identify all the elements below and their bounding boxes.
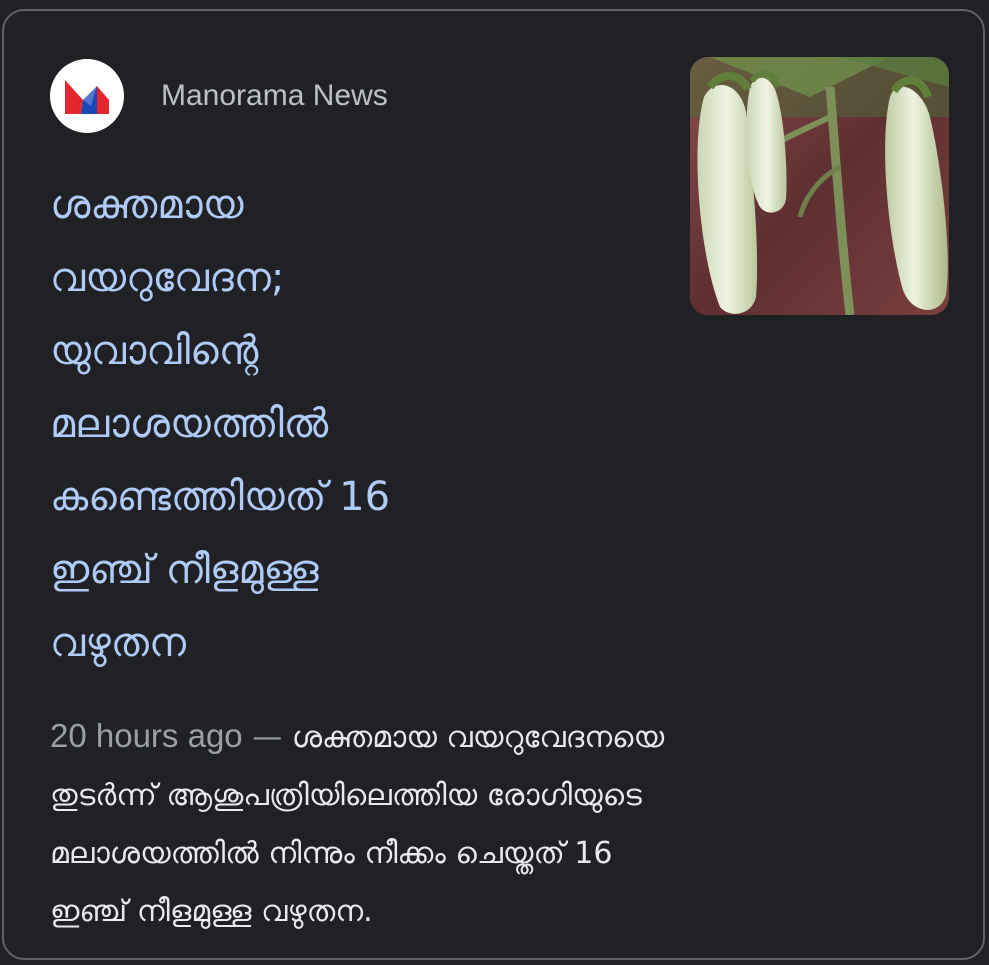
source-row[interactable]: Manorama News <box>50 58 388 134</box>
source-name: Manorama News <box>161 79 388 112</box>
manorama-logo-icon <box>65 80 109 114</box>
article-snippet: 20 hours ago — ശക്തമായ വയറുവേദനയെ തുടർന്… <box>50 707 930 941</box>
article-thumbnail[interactable] <box>690 57 949 315</box>
publisher-logo <box>50 59 124 133</box>
news-card[interactable]: Manorama News ശക്തമായ വയറുവേദന; യുവാവിന്… <box>2 9 985 960</box>
published-time: 20 hours ago <box>50 717 243 754</box>
article-headline[interactable]: ശക്തമായ വയറുവേദന; യുവാവിന്റെ മലാശയത്തിൽ … <box>50 169 650 680</box>
eggplant-image <box>690 57 949 315</box>
separator: — <box>252 720 283 755</box>
